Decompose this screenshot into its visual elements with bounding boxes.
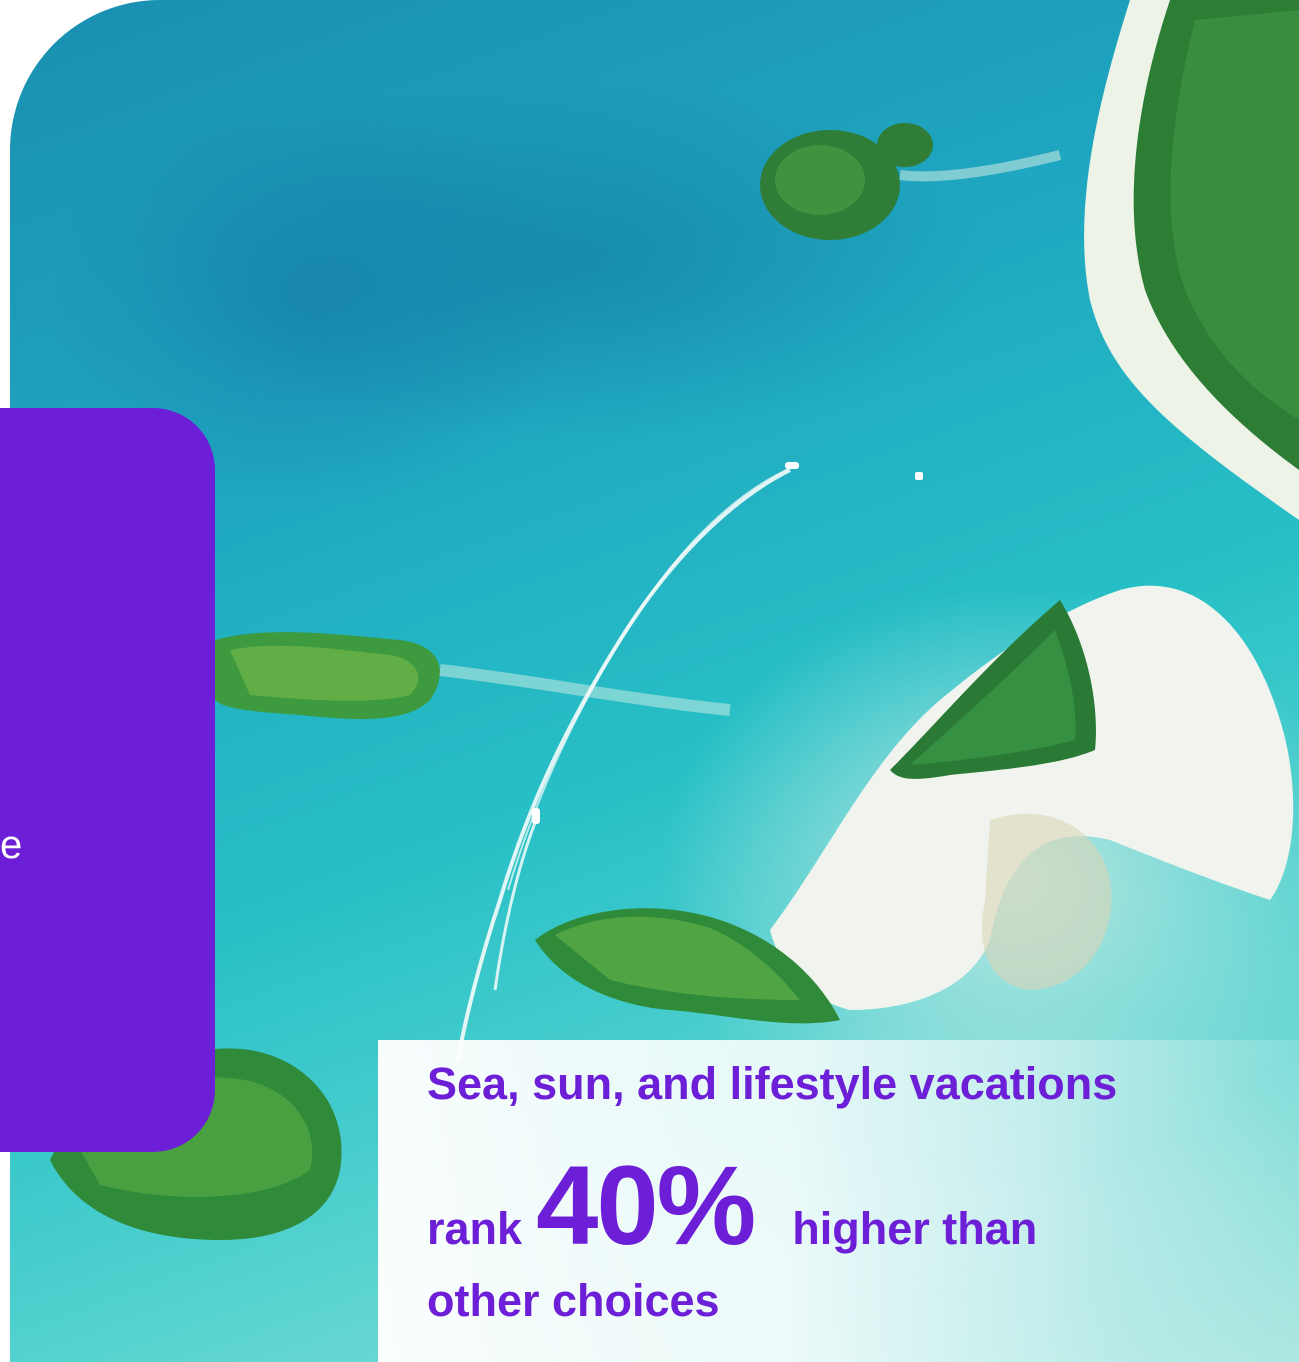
stat-percentage: 40% — [536, 1143, 756, 1268]
caption-line-2: rank 40% higher than — [427, 1150, 1037, 1262]
caption-higher-than: higher than — [792, 1203, 1038, 1254]
caption-line-1: Sea, sun, and lifestyle vacations — [427, 1058, 1118, 1109]
caption-rank-word: rank — [427, 1203, 523, 1254]
caption-line-3: other choices — [427, 1275, 720, 1326]
purple-side-panel — [0, 408, 215, 1152]
panel-text-fragment: e — [0, 823, 23, 867]
boat — [532, 808, 540, 824]
